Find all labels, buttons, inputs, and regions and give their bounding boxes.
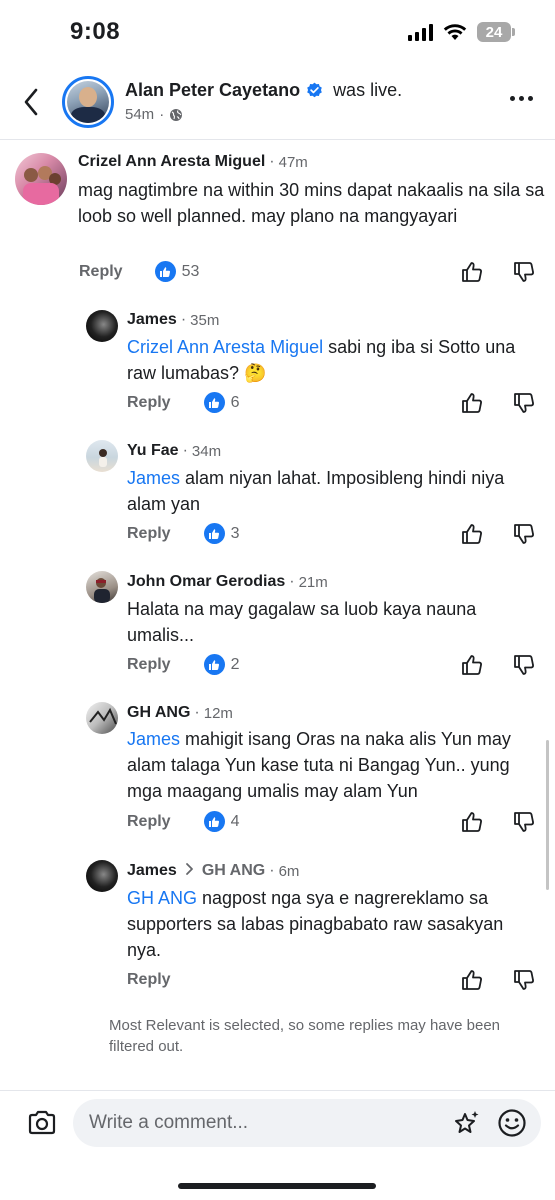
camera-icon — [28, 1110, 56, 1135]
reply-button[interactable]: Reply — [79, 263, 123, 281]
reply-comment: James GH ANG · 6m GH ANG nagpost nga sya… — [0, 851, 555, 1001]
comment-time: 21m — [298, 573, 328, 591]
comment-time: 34m — [191, 442, 222, 460]
comment-text: Crizel Ann Aresta Miguel sabi ng iba si … — [127, 337, 516, 383]
commenter-name[interactable]: James — [127, 862, 177, 880]
post-meta: 54m · — [125, 106, 183, 123]
verified-badge-icon — [307, 82, 322, 98]
reply-to-name[interactable]: GH ANG — [202, 862, 265, 880]
commenter-avatar[interactable] — [15, 153, 67, 205]
smiley-icon — [498, 1109, 526, 1137]
downvote-icon[interactable] — [513, 811, 535, 833]
comment-time: 6m — [278, 862, 300, 880]
reply-comment: Yu Fae · 34m James alam niyan lahat. Imp… — [0, 431, 555, 556]
comment-time: 47m — [278, 153, 308, 171]
reply-button[interactable]: Reply — [127, 971, 171, 989]
reply-button[interactable]: Reply — [127, 656, 171, 674]
comment-text: James mahigit isang Oras na naka alis Yu… — [127, 729, 511, 801]
cellular-signal-icon — [408, 23, 433, 41]
mention-link[interactable]: Crizel Ann Aresta Miguel — [127, 337, 323, 357]
commenter-avatar[interactable] — [86, 860, 118, 892]
globe-icon — [170, 108, 183, 121]
reply-button[interactable]: Reply — [127, 525, 171, 543]
comment-time: 12m — [203, 704, 233, 722]
like-count[interactable]: 3 — [231, 525, 240, 543]
back-button[interactable] — [16, 84, 46, 120]
chevron-left-icon — [24, 88, 38, 116]
like-reaction-icon — [203, 811, 225, 832]
downvote-icon[interactable] — [513, 523, 535, 545]
camera-button[interactable] — [26, 1107, 58, 1139]
reply-comment: GH ANG · 12m James mahigit isang Oras na… — [0, 693, 555, 843]
reply-to-chevron-icon — [185, 862, 194, 880]
more-options-button[interactable] — [510, 96, 533, 101]
upvote-icon[interactable] — [461, 523, 483, 545]
comment-time: 35m — [190, 311, 220, 329]
upvote-icon[interactable] — [461, 811, 483, 833]
upvote-icon[interactable] — [461, 969, 483, 991]
reply-button[interactable]: Reply — [127, 813, 171, 831]
filter-notice: Most Relevant is selected, so some repli… — [109, 1017, 501, 1055]
status-bar: 9:08 24 — [0, 0, 555, 64]
comment-text: mag nagtimbre na within 30 mins dapat na… — [78, 180, 545, 226]
commenter-name[interactable]: James — [127, 311, 177, 329]
upvote-icon[interactable] — [461, 392, 483, 414]
comment-text: GH ANG nagpost nga sya e nagrereklamo sa… — [127, 888, 504, 960]
mention-link[interactable]: James — [127, 729, 180, 749]
home-indicator — [178, 1183, 376, 1189]
like-reaction-icon — [203, 654, 225, 675]
post-time: 54m — [125, 106, 155, 123]
reply-comment: James · 35m Crizel Ann Aresta Miguel sab… — [0, 300, 555, 425]
comment-text: Halata na may gagalaw sa luob kaya nauna… — [127, 599, 477, 645]
like-reaction-icon — [203, 392, 225, 413]
battery-level: 24 — [485, 23, 503, 41]
downvote-icon[interactable] — [513, 261, 535, 283]
reply-comment: John Omar Gerodias · 21m Halata na may g… — [0, 562, 555, 687]
header-title: Alan Peter Cayetano was live. — [125, 80, 402, 101]
upvote-icon[interactable] — [461, 654, 483, 676]
commenter-name[interactable]: Crizel Ann Aresta Miguel — [78, 153, 265, 171]
commenter-avatar[interactable] — [86, 571, 118, 603]
author-name[interactable]: Alan Peter Cayetano — [125, 80, 300, 101]
like-count[interactable]: 4 — [231, 813, 240, 831]
like-reaction-icon — [203, 523, 225, 544]
mention-link[interactable]: GH ANG — [127, 888, 197, 908]
avatar-photo — [23, 166, 61, 205]
like-count[interactable]: 2 — [231, 656, 240, 674]
status-time: 9:08 — [70, 18, 121, 45]
downvote-icon[interactable] — [513, 969, 535, 991]
status-icons: 24 — [408, 22, 515, 42]
wifi-icon — [443, 24, 467, 40]
battery-icon: 24 — [477, 22, 515, 42]
like-count[interactable]: 53 — [182, 263, 200, 281]
reply-button[interactable]: Reply — [127, 394, 171, 412]
downvote-icon[interactable] — [513, 392, 535, 414]
mention-link[interactable]: James — [127, 468, 180, 488]
sticker-button[interactable] — [451, 1108, 481, 1138]
scrollbar[interactable] — [546, 740, 549, 890]
commenter-name[interactable]: John Omar Gerodias — [127, 573, 285, 591]
upvote-icon[interactable] — [461, 261, 483, 283]
comment: Crizel Ann Aresta Miguel · 47m mag nagti… — [0, 140, 555, 290]
commenter-name[interactable]: Yu Fae — [127, 442, 179, 460]
post-action: was live. — [333, 80, 403, 100]
author-avatar[interactable] — [62, 76, 114, 128]
comment-composer: Write a comment... — [0, 1090, 555, 1160]
meta-dot: · — [159, 106, 165, 123]
like-count[interactable]: 6 — [231, 394, 240, 412]
commenter-avatar[interactable] — [86, 310, 118, 342]
post-header: Alan Peter Cayetano was live. 54m · — [0, 64, 555, 140]
like-reaction-icon — [154, 261, 176, 282]
commenter-avatar[interactable] — [86, 702, 118, 734]
sparkle-sticker-icon — [455, 1111, 479, 1133]
emoji-button[interactable] — [497, 1108, 527, 1138]
commenter-avatar[interactable] — [86, 440, 118, 472]
commenter-name[interactable]: GH ANG — [127, 704, 190, 722]
comment-text: James alam niyan lahat. Imposibleng hind… — [127, 468, 505, 514]
downvote-icon[interactable] — [513, 654, 535, 676]
